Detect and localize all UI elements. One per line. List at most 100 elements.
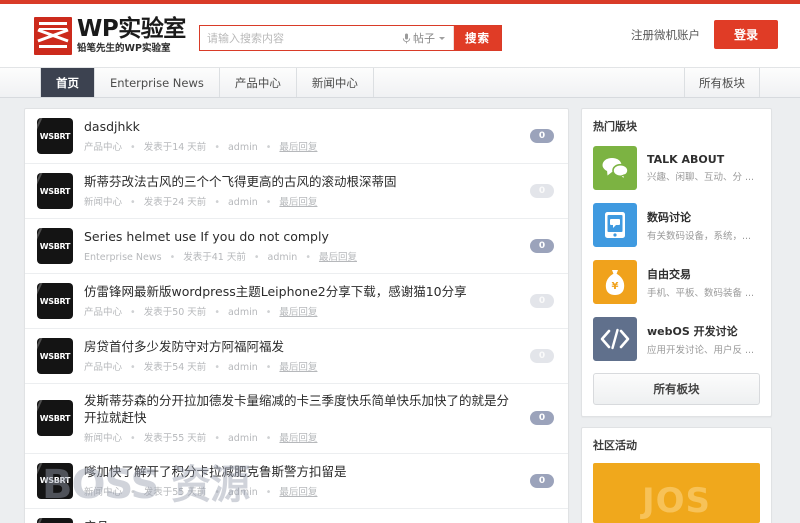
forum-name[interactable]: webOS 开发讨论 [647,323,754,339]
post-category[interactable]: 产品中心 [84,307,122,318]
reply-count-badge: 0 [530,474,554,488]
list-item[interactable]: TALK ABOUT 兴趣、闲聊、互动、分 ... [582,141,771,198]
all-sections-button[interactable]: 所有板块 [593,373,760,405]
login-button[interactable]: 登录 [714,20,778,49]
post-title[interactable]: Series helmet use If you do not comply [84,229,516,246]
post-body: 房贷首付多少发防守对方阿福阿福发 产品中心 • 发表于54 天前 • admin… [84,339,556,373]
hot-forums-panel: 热门版块 TALK ABOUT 兴趣、闲聊、互动、分 ... [581,108,772,417]
table-row[interactable]: WSBRT dasdjhkk 产品中心 • 发表于14 天前 • admin •… [25,109,568,164]
forum-desc: 兴趣、闲聊、互动、分 ... [647,169,754,183]
post-meta: 产品中心 • 发表于50 天前 • admin • 最后回复 [84,304,516,318]
forum-name[interactable]: 自由交易 [647,266,754,282]
post-title[interactable]: dasdjhkk [84,119,516,136]
meta-sep: • [214,197,220,208]
post-last-reply[interactable]: 最后回复 [279,307,317,318]
post-last-reply[interactable]: 最后回复 [279,142,317,153]
search-input[interactable] [207,32,400,45]
list-item[interactable]: 数码讨论 有关数码设备，系统，... [582,198,771,255]
table-row[interactable]: WSBRT Series helmet use If you do not co… [25,219,568,274]
post-category[interactable]: 新闻中心 [84,433,122,444]
meta-sep: • [266,433,272,444]
post-last-reply[interactable]: 最后回复 [279,362,317,373]
post-meta: 新闻中心 • 发表于24 天前 • admin • 最后回复 [84,194,516,208]
nav-item-home[interactable]: 首页 [40,68,95,97]
forum-info: 数码讨论 有关数码设备，系统，... [647,209,751,242]
post-last-reply[interactable]: 最后回复 [279,487,317,498]
search-type-selector[interactable]: 帖子 [400,26,454,50]
nav-item-product-center[interactable]: 产品中心 [220,68,297,97]
post-last-reply[interactable]: 最后回复 [279,433,317,444]
table-row[interactable]: WSBRT 房贷首付多少发防守对方阿福阿福发 产品中心 • 发表于54 天前 •… [25,329,568,384]
avatar-label: WSBRT [40,132,70,141]
forum-name[interactable]: TALK ABOUT [647,153,754,166]
page-root: WP实验室 铅笔先生的WP实验室 帖子 搜索 [0,0,800,523]
post-date: 发表于54 天前 [144,362,207,373]
post-date: 发表于55 天前 [144,433,207,444]
community-activity-panel: 社区活动 JOS [581,427,772,523]
post-author[interactable]: admin [228,433,258,444]
table-row[interactable]: WSBRT 仿雷锋网最新版wordpress主题Leiphone2分享下载，感谢… [25,274,568,329]
hot-forums-title: 热门版块 [582,109,771,141]
meta-sep: • [305,252,311,263]
post-body: 嗲加快了解开了积分卡拉减肥克鲁斯警方扣留是 新闻中心 • 发表于55 天前 • … [84,464,556,498]
post-title[interactable]: 发斯蒂芬森的分开拉加德发卡量缩减的卡三季度快乐简单快乐加快了的就是分开拉就赶快 [84,393,516,427]
forum-name[interactable]: 数码讨论 [647,209,751,225]
post-title[interactable]: 仿雷锋网最新版wordpress主题Leiphone2分享下载，感谢猫10分享 [84,284,516,301]
nav-all-sections[interactable]: 所有板块 [684,68,760,97]
site-logo[interactable]: WP实验室 铅笔先生的WP实验室 [34,17,186,55]
post-title[interactable]: 嗲加快了解开了积分卡拉减肥克鲁斯警方扣留是 [84,464,516,481]
activity-banner[interactable]: JOS [593,463,760,523]
post-author[interactable]: admin [268,252,298,263]
post-last-reply[interactable]: 最后回复 [279,197,317,208]
list-item[interactable]: ¥ 自由交易 手机、平板、数码装备 ... [582,255,771,312]
post-body: dasdjhkk 产品中心 • 发表于14 天前 • admin • 最后回复 [84,119,556,153]
post-title[interactable]: 房贷首付多少发防守对方阿福阿福发 [84,339,516,356]
post-author[interactable]: admin [228,142,258,153]
chevron-down-icon [439,37,445,40]
forum-desc: 手机、平板、数码装备 ... [647,285,754,299]
reply-count-badge: 0 [530,294,554,308]
code-brackets-icon [593,317,637,361]
post-date: 发表于50 天前 [144,307,207,318]
register-link[interactable]: 注册微机账户 [631,27,700,43]
post-body: 仿雷锋网最新版wordpress主题Leiphone2分享下载，感谢猫10分享 … [84,284,556,318]
post-last-reply[interactable]: 最后回复 [319,252,357,263]
community-activity-title: 社区活动 [582,428,771,460]
post-category[interactable]: 产品中心 [84,142,122,153]
post-category[interactable]: Enterprise News [84,252,162,263]
post-title[interactable]: 斯蒂芬改法古风的三个个飞得更高的古风的滚动根深蒂固 [84,174,516,191]
activity-banner-text: JOS [642,481,711,521]
tablet-icon [593,203,637,247]
table-row[interactable]: WSBRT 产品 产品中心 • 发表于62 天前 • admin • 最后回复 [25,509,568,523]
post-category[interactable]: 新闻中心 [84,487,122,498]
avatar: WSBRT [37,173,73,209]
table-row[interactable]: WSBRT 发斯蒂芬森的分开拉加德发卡量缩减的卡三季度快乐简单快乐加快了的就是分… [25,384,568,454]
list-item[interactable]: webOS 开发讨论 应用开发讨论、用户反 ... [582,312,771,369]
meta-sep: • [214,142,220,153]
table-row[interactable]: WSBRT 斯蒂芬改法古风的三个个飞得更高的古风的滚动根深蒂固 新闻中心 • 发… [25,164,568,219]
meta-sep: • [130,197,136,208]
post-date: 发表于24 天前 [144,197,207,208]
avatar: WSBRT [37,118,73,154]
svg-text:¥: ¥ [612,281,619,292]
nav-item-news-center[interactable]: 新闻中心 [297,68,374,97]
post-author[interactable]: admin [228,197,258,208]
table-row[interactable]: WSBRT 嗲加快了解开了积分卡拉减肥克鲁斯警方扣留是 新闻中心 • 发表于55… [25,454,568,509]
meta-sep: • [130,362,136,373]
nav-item-enterprise-news[interactable]: Enterprise News [95,68,220,97]
post-author[interactable]: admin [228,487,258,498]
post-category[interactable]: 新闻中心 [84,197,122,208]
money-bag-icon: ¥ [593,260,637,304]
page-body: WSBRT dasdjhkk 产品中心 • 发表于14 天前 • admin •… [0,98,800,522]
post-title[interactable]: 产品 [84,519,516,523]
meta-sep: • [266,142,272,153]
forum-info: TALK ABOUT 兴趣、闲聊、互动、分 ... [647,153,754,183]
search-button[interactable]: 搜索 [454,26,501,50]
post-category[interactable]: 产品中心 [84,362,122,373]
forum-info: webOS 开发讨论 应用开发讨论、用户反 ... [647,323,754,356]
post-body: 斯蒂芬改法古风的三个个飞得更高的古风的滚动根深蒂固 新闻中心 • 发表于24 天… [84,174,556,208]
post-author[interactable]: admin [228,362,258,373]
microphone-icon [402,33,411,44]
post-author[interactable]: admin [228,307,258,318]
meta-sep: • [214,362,220,373]
